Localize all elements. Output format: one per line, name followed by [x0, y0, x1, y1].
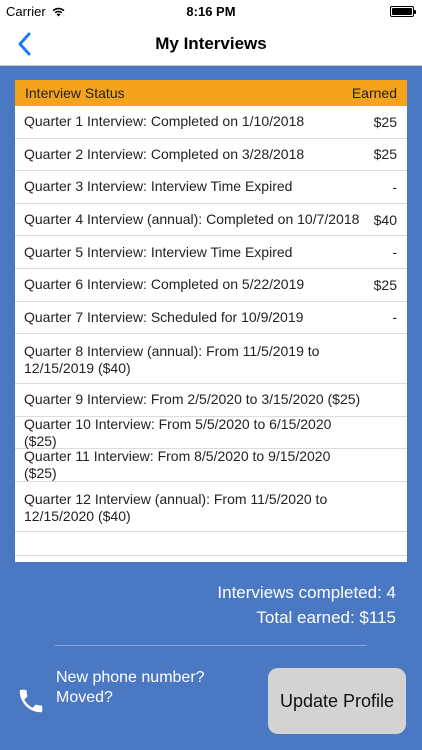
row-status: Quarter 7 Interview: Scheduled for 10/9/…	[24, 308, 304, 325]
table-row: Quarter 3 Interview: Interview Time Expi…	[15, 171, 407, 204]
row-earned: $40	[373, 211, 397, 228]
row-status: Quarter 6 Interview: Completed on 5/22/2…	[24, 276, 305, 293]
phone-icon	[19, 689, 43, 713]
row-status: Quarter 4 Interview (annual): Completed …	[24, 211, 360, 228]
table-row: Quarter 6 Interview: Completed on 5/22/2…	[15, 269, 407, 302]
interviews-table: Interview Status Earned Quarter 1 Interv…	[15, 80, 407, 562]
table-row: Quarter 5 Interview: Interview Time Expi…	[15, 236, 407, 269]
row-status: Quarter 5 Interview: Interview Time Expi…	[24, 243, 293, 260]
row-earned: -	[392, 244, 397, 261]
total-earned: Total earned: $115	[256, 608, 396, 627]
table-row: Quarter 7 Interview: Scheduled for 10/9/…	[15, 302, 407, 335]
interviews-completed: Interviews completed: 4	[217, 583, 396, 602]
header-earned-label: Earned	[351, 85, 397, 101]
row-status: Quarter 1 Interview: Completed on 1/10/2…	[24, 113, 305, 130]
table-row: Quarter 1 Interview: Completed on 1/10/2…	[15, 106, 407, 139]
phone-prompt: New phone number? Moved?	[56, 668, 216, 708]
table-row: Quarter 4 Interview (annual): Completed …	[15, 204, 407, 237]
divider	[55, 645, 367, 646]
update-profile-button[interactable]: Update Profile	[268, 668, 406, 734]
table-header: Interview Status Earned	[15, 80, 407, 106]
row-status: Quarter 12 Interview (annual): From 11/5…	[24, 490, 328, 524]
row-earned: $25	[373, 113, 397, 130]
row-status: Quarter 10 Interview: From 5/5/2020 to 6…	[24, 415, 332, 449]
table-row: Quarter 8 Interview (annual): From 11/5/…	[15, 334, 407, 385]
phone-prompt-text: New phone number? Moved?	[56, 669, 205, 706]
page-title: My Interviews	[155, 34, 267, 53]
row-status: Quarter 11 Interview: From 8/5/2020 to 9…	[24, 448, 331, 482]
status-bar: Carrier 8:16 PM	[0, 0, 422, 22]
table-row-empty	[15, 532, 407, 556]
table-row: Quarter 2 Interview: Completed on 3/28/2…	[15, 139, 407, 172]
table-row: Quarter 11 Interview: From 8/5/2020 to 9…	[15, 448, 407, 482]
table-row: Quarter 9 Interview: From 2/5/2020 to 3/…	[15, 384, 407, 417]
row-earned: $25	[373, 276, 397, 293]
header-status-label: Interview Status	[25, 85, 125, 101]
row-status: Quarter 3 Interview: Interview Time Expi…	[24, 178, 293, 195]
navigation-bar: My Interviews	[0, 22, 422, 66]
row-earned: -	[392, 178, 397, 195]
row-status: Quarter 2 Interview: Completed on 3/28/2…	[24, 145, 305, 162]
status-time: 8:16 PM	[186, 4, 236, 19]
table-row: Quarter 12 Interview (annual): From 11/5…	[15, 482, 407, 532]
table-row: Quarter 10 Interview: From 5/5/2020 to 6…	[15, 415, 407, 450]
battery-icon	[390, 6, 416, 17]
summary: Interviews completed: 4 Total earned: $1…	[217, 580, 396, 630]
row-status: Quarter 9 Interview: From 2/5/2020 to 3/…	[24, 391, 361, 408]
row-earned: $25	[373, 146, 397, 163]
row-status: Quarter 8 Interview (annual): From 11/5/…	[24, 343, 320, 377]
row-earned: -	[392, 309, 397, 326]
